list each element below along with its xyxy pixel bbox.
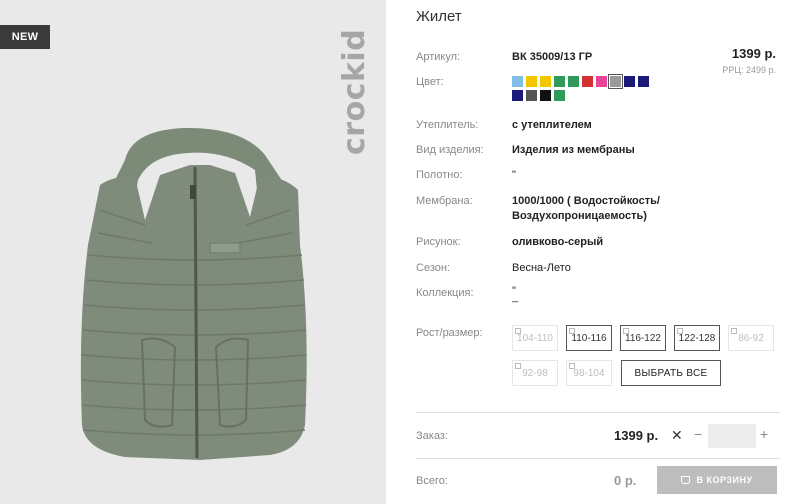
- color-swatch[interactable]: [512, 76, 523, 87]
- color-swatch[interactable]: [540, 90, 551, 101]
- fabric-value: ": [512, 169, 516, 181]
- color-swatch[interactable]: [554, 76, 565, 87]
- order-price: 1399 р.: [614, 428, 659, 443]
- quantity-input[interactable]: [708, 424, 756, 448]
- size-thumb-icon: [515, 328, 521, 334]
- product-price: 1399 р.: [731, 46, 776, 61]
- order-label: Заказ:: [416, 430, 448, 442]
- season-label: Сезон:: [416, 262, 450, 274]
- insulation-value: с утеплителем: [512, 119, 592, 131]
- recommended-price: РРЦ: 2499 р.: [722, 65, 776, 75]
- size-option[interactable]: 104-110: [512, 325, 558, 351]
- color-swatches: [512, 74, 662, 101]
- size-option[interactable]: 98-104: [566, 360, 612, 386]
- total-label: Всего:: [416, 475, 448, 487]
- color-swatch[interactable]: [526, 76, 537, 87]
- size-thumb-icon: [677, 328, 683, 334]
- size-option[interactable]: 86-92: [728, 325, 774, 351]
- product-title: Жилет: [416, 8, 462, 25]
- color-swatch[interactable]: [554, 90, 565, 101]
- multiply-icon: ✕: [671, 427, 683, 443]
- divider: [416, 412, 780, 413]
- article-value: ВК 35009/13 ГР: [512, 51, 593, 63]
- membrane-value-line2: Воздухопроницаемость): [512, 210, 647, 222]
- insulation-label: Утеплитель:: [416, 119, 479, 131]
- add-to-cart-button[interactable]: В КОРЗИНУ: [657, 466, 777, 494]
- season-value: Весна-Лето: [512, 262, 571, 274]
- brand-logo: crockid: [337, 28, 372, 155]
- color-swatch[interactable]: [526, 90, 537, 101]
- size-label: Рост/размер:: [416, 327, 483, 339]
- new-badge: NEW: [0, 25, 50, 49]
- fabric-label: Полотно:: [416, 169, 463, 181]
- color-swatch[interactable]: [582, 76, 593, 87]
- color-label: Цвет:: [416, 76, 444, 88]
- pattern-value: оливково-серый: [512, 236, 604, 248]
- size-option[interactable]: 110-116: [566, 325, 612, 351]
- color-swatch[interactable]: [540, 76, 551, 87]
- membrane-value-line1: 1000/1000 ( Водостойкость/: [512, 195, 660, 207]
- color-swatch[interactable]: [568, 76, 579, 87]
- size-option[interactable]: 122-128: [674, 325, 720, 351]
- size-option[interactable]: 116-122: [620, 325, 666, 351]
- collection-value-2: _: [512, 291, 519, 303]
- select-all-button[interactable]: ВЫБРАТЬ ВСЕ: [621, 360, 721, 386]
- size-thumb-icon: [515, 363, 521, 369]
- size-thumb-icon: [569, 363, 575, 369]
- product-type-label: Вид изделия:: [416, 144, 484, 156]
- size-option[interactable]: 92-98: [512, 360, 558, 386]
- collection-label: Коллекция:: [416, 287, 474, 299]
- size-thumb-icon: [731, 328, 737, 334]
- membrane-label: Мембрана:: [416, 195, 473, 207]
- divider: [416, 458, 780, 459]
- pattern-label: Рисунок:: [416, 236, 461, 248]
- total-price: 0 р.: [614, 473, 637, 488]
- article-label: Артикул:: [416, 51, 461, 63]
- increase-quantity-button[interactable]: +: [760, 426, 768, 442]
- bag-icon: [681, 476, 691, 484]
- size-thumb-icon: [623, 328, 629, 334]
- color-swatch[interactable]: [638, 76, 649, 87]
- product-image[interactable]: NEW crockid: [0, 0, 386, 504]
- color-swatch[interactable]: [596, 76, 607, 87]
- size-thumb-icon: [569, 328, 575, 334]
- color-swatch[interactable]: [608, 74, 623, 89]
- product-type-value: Изделия из мембраны: [512, 144, 635, 156]
- color-swatch[interactable]: [624, 76, 635, 87]
- decrease-quantity-button[interactable]: −: [694, 426, 702, 442]
- vest-illustration: [80, 127, 307, 460]
- color-swatch[interactable]: [512, 90, 523, 101]
